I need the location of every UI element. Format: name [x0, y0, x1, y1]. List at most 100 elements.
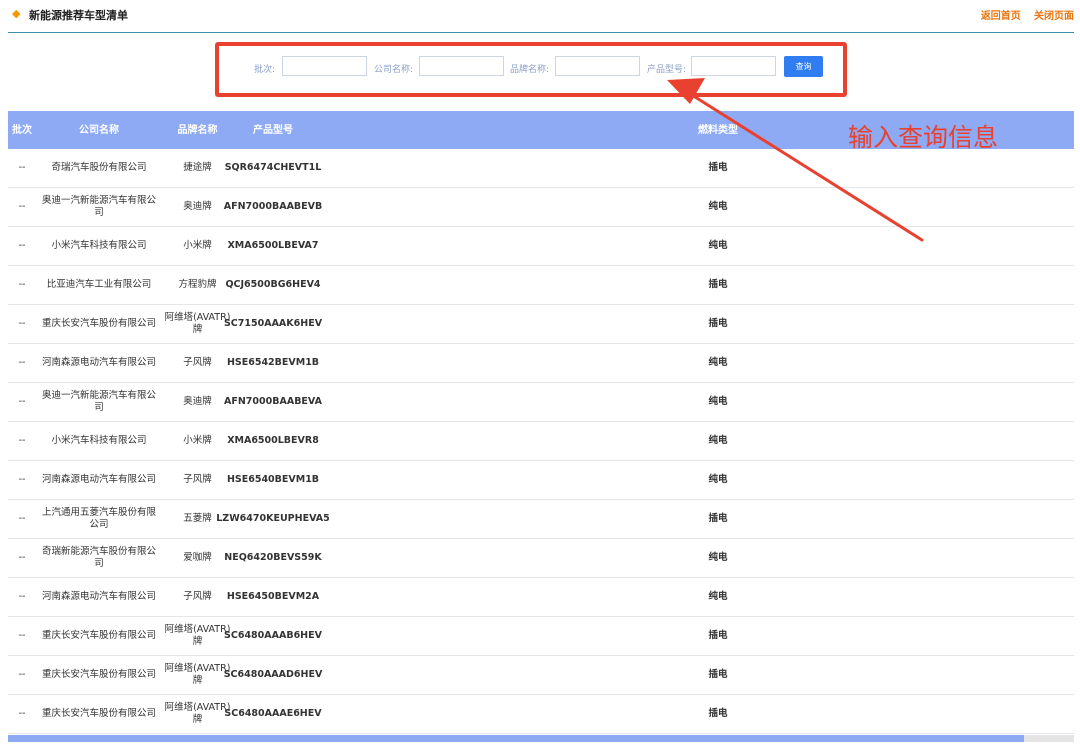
cell-fuel: 纯电 [708, 396, 728, 407]
table-row: -- 上汽通用五菱汽车股份有限公司 五菱牌 LZW6470KEUPHEVA5 插电 [8, 500, 1074, 539]
header-fuel: 燃料类型 [698, 124, 738, 136]
cell-fuel: 插电 [708, 162, 728, 173]
cell-company: 河南森源电动汽车有限公司 [41, 357, 156, 368]
cell-batch: -- [18, 435, 26, 446]
cell-model: HSE6540BEVM1B [226, 474, 320, 485]
cell-model: XMA6500LBEVA7 [227, 240, 319, 251]
brand-input[interactable] [555, 56, 640, 76]
cell-fuel: 纯电 [708, 240, 728, 251]
cell-model: SC6480AAAE6HEV [224, 708, 322, 719]
table-row: -- 奥迪一汽新能源汽车有限公司 奥迪牌 AFN7000BAABEVB 纯电 [8, 188, 1074, 227]
model-label: 产品型号: [647, 65, 687, 75]
table-row: -- 重庆长安汽车股份有限公司 阿维塔(AVATR)牌 SC6480AAAD6HEV 插… [8, 656, 1074, 695]
cell-fuel: 纯电 [708, 201, 728, 212]
table-row: -- 小米汽车科技有限公司 小米牌 XMA6500LBEVR8 纯电 [8, 422, 1074, 461]
table-row: -- 重庆长安汽车股份有限公司 阿维塔(AVATR)牌 SC6480AAAE6HEV 插… [8, 695, 1074, 734]
cell-company: 重庆长安汽车股份有限公司 [41, 630, 156, 641]
cell-fuel: 插电 [708, 318, 728, 329]
cell-batch: -- [18, 630, 26, 641]
batch-label: 批次: [254, 65, 276, 75]
scrollbar-thumb[interactable] [8, 735, 1024, 742]
table-row: -- 奇瑞新能源汽车股份有限公司 爱咖牌 NEQ6420BEVS59K 纯电 [8, 539, 1074, 578]
cell-model: SC7150AAAK6HEV [223, 318, 323, 329]
header-company: 公司名称 [79, 124, 119, 136]
cell-batch: -- [18, 357, 26, 368]
table-row: -- 重庆长安汽车股份有限公司 阿维塔(AVATR)牌 SC6480AAAB6HEV 插… [8, 617, 1074, 656]
cell-company: 重庆长安汽车股份有限公司 [41, 708, 156, 719]
cell-batch: -- [18, 591, 26, 602]
cell-batch: -- [18, 669, 26, 680]
company-input[interactable] [419, 56, 504, 76]
cell-company: 上汽通用五菱汽车股份有限公司 [41, 507, 156, 530]
page-title: 新能源推荐车型清单 [29, 9, 128, 22]
cell-company: 重庆长安汽车股份有限公司 [41, 318, 156, 329]
cell-brand: 小米牌 [183, 435, 212, 446]
cell-model: LZW6470KEUPHEVA5 [216, 513, 330, 524]
cell-batch: -- [18, 396, 26, 407]
cell-fuel: 插电 [708, 669, 728, 680]
brand-label: 品牌名称: [510, 65, 550, 75]
cell-fuel: 插电 [708, 513, 728, 524]
model-input[interactable] [691, 56, 776, 76]
top-links: 返回首页 关闭页面 [971, 7, 1074, 22]
cell-batch: -- [18, 279, 26, 290]
table-row: -- 河南森源电动汽车有限公司 子风牌 HSE6542BEVM1B 纯电 [8, 344, 1074, 383]
cell-model: AFN7000BAABEVA [224, 396, 322, 407]
table-row: -- 河南森源电动汽车有限公司 子风牌 HSE6450BEVM2A 纯电 [8, 578, 1074, 617]
cell-batch: -- [18, 513, 26, 524]
return-home-link[interactable]: 返回首页 [981, 11, 1021, 22]
cell-fuel: 纯电 [708, 552, 728, 563]
cell-model: SQR6474CHEVT1L [224, 162, 322, 173]
table-body: -- 奇瑞汽车股份有限公司 捷途牌 SQR6474CHEVT1L 插电 -- 奥迪一汽新能源… [8, 149, 1074, 734]
cell-company: 河南森源电动汽车有限公司 [41, 591, 156, 602]
cell-model: HSE6450BEVM2A [226, 591, 320, 602]
annotation-text: 输入查询信息 [848, 123, 999, 152]
cell-company: 河南森源电动汽车有限公司 [41, 474, 156, 485]
close-page-link[interactable]: 关闭页面 [1034, 11, 1074, 22]
cell-fuel: 纯电 [708, 357, 728, 368]
table-row: -- 比亚迪汽车工业有限公司 方程豹牌 QCJ6500BG6HEV4 插电 [8, 266, 1074, 305]
cell-company: 重庆长安汽车股份有限公司 [41, 669, 156, 680]
horizontal-scrollbar[interactable] [8, 735, 1074, 742]
cell-model: XMA6500LBEVR8 [227, 435, 319, 446]
cell-batch: -- [18, 708, 26, 719]
header-model: 产品型号 [253, 124, 293, 136]
cell-batch: -- [18, 552, 26, 563]
cell-company: 奥迪一汽新能源汽车有限公司 [41, 390, 156, 413]
cell-model: SC6480AAAB6HEV [224, 630, 322, 641]
table-row: -- 河南森源电动汽车有限公司 子风牌 HSE6540BEVM1B 纯电 [8, 461, 1074, 500]
cell-brand: 子风牌 [183, 591, 212, 602]
query-button[interactable]: 查询 [784, 56, 823, 77]
header-brand: 品牌名称 [177, 124, 218, 136]
cell-model: AFN7000BAABEVB [223, 201, 323, 212]
cell-fuel: 插电 [708, 708, 728, 719]
cell-brand: 小米牌 [183, 240, 212, 251]
batch-input[interactable] [282, 56, 367, 76]
cell-fuel: 纯电 [708, 591, 728, 602]
table-row: -- 小米汽车科技有限公司 小米牌 XMA6500LBEVA7 纯电 [8, 227, 1074, 266]
cell-model: HSE6542BEVM1B [226, 357, 320, 368]
cell-fuel: 插电 [708, 279, 728, 290]
cell-fuel: 纯电 [708, 435, 728, 446]
cell-company: 比亚迪汽车工业有限公司 [46, 279, 152, 290]
header-batch: 批次 [12, 124, 32, 136]
cell-company: 小米汽车科技有限公司 [51, 240, 147, 251]
cell-fuel: 插电 [708, 630, 728, 641]
cell-batch: -- [18, 318, 26, 329]
diamond-bullet-icon: ◆ [12, 7, 21, 20]
cell-company: 奥迪一汽新能源汽车有限公司 [41, 195, 156, 218]
cell-company: 小米汽车科技有限公司 [51, 435, 147, 446]
cell-batch: -- [18, 162, 26, 173]
cell-model: QCJ6500BG6HEV4 [225, 279, 321, 290]
cell-brand: 方程豹牌 [178, 279, 217, 290]
cell-brand: 子风牌 [183, 474, 212, 485]
top-bar: ◆ 新能源推荐车型清单 返回首页 关闭页面 [0, 0, 1080, 32]
cell-model: NEQ6420BEVS59K [224, 552, 322, 563]
results-table: 批次 公司名称 品牌名称 产品型号 燃料类型 -- 奇瑞汽车股份有限公司 捷途牌 SQ… [8, 111, 1074, 734]
header-divider [8, 32, 1074, 33]
company-label: 公司名称: [374, 65, 414, 75]
table-row: -- 奥迪一汽新能源汽车有限公司 奥迪牌 AFN7000BAABEVA 纯电 [8, 383, 1074, 422]
cell-batch: -- [18, 201, 26, 212]
cell-company: 奇瑞新能源汽车股份有限公司 [41, 546, 156, 569]
cell-batch: -- [18, 240, 26, 251]
